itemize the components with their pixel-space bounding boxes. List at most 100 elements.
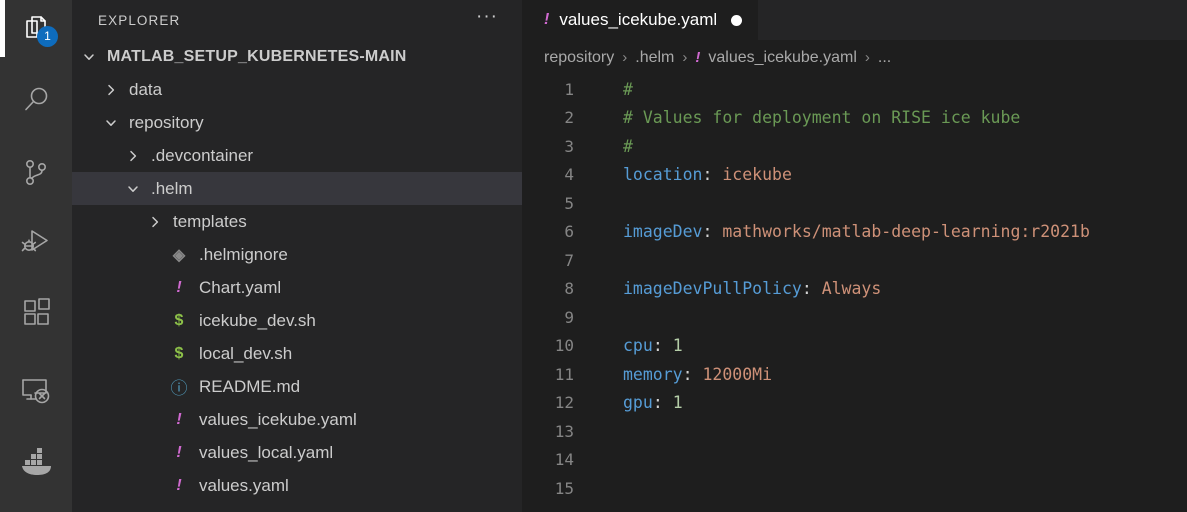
explorer-title: EXPLORER [98, 12, 181, 28]
tree-item-label: README.md [199, 376, 301, 396]
code-line[interactable]: 11 memory: 12000Mi [522, 360, 1187, 389]
token-key: memory [623, 364, 683, 384]
code-line-text: memory: 12000Mi [588, 365, 772, 384]
tree-item-label: local_dev.sh [199, 343, 293, 363]
code-line[interactable]: 8 imageDevPullPolicy: Always [522, 275, 1187, 304]
editor-group: ! values_icekube.yaml repository › .helm ›!… [522, 0, 1187, 512]
activity-bar-item-search[interactable] [0, 72, 72, 128]
chevron-down-icon[interactable] [78, 50, 100, 64]
line-number: 3 [564, 136, 574, 156]
tree-item-chart-yaml[interactable]: ! Chart.yaml [72, 271, 522, 304]
breadcrumb-yaml-icon: ! [695, 49, 701, 66]
code-line[interactable]: 1 # [522, 75, 1187, 104]
tree-item-helm[interactable]: .helm [72, 172, 522, 205]
yaml-file-icon: ! [176, 410, 182, 428]
code-line[interactable]: 3 # [522, 132, 1187, 161]
explorer-badge: 1 [37, 26, 58, 47]
tree-item-label: data [129, 79, 163, 99]
tree-item-label: MATLAB_SETUP_KUBERNETES-MAIN [107, 47, 407, 65]
activity-bar-item-extensions[interactable] [0, 284, 72, 340]
tree-item-label: values_local.yaml [199, 442, 334, 462]
code-line[interactable]: 7 [522, 246, 1187, 275]
activity-bar-item-remote-explorer[interactable] [0, 362, 72, 418]
tree-item-label: repository [129, 112, 204, 132]
code-line-text: location: icekube [588, 165, 792, 184]
tree-item-label: Chart.yaml [199, 277, 282, 297]
tab-label: values_icekube.yaml [559, 10, 718, 29]
breadcrumb-segment[interactable]: repository [544, 49, 614, 67]
yaml-file-icon: ! [176, 278, 182, 296]
code-line-text: imageDevPullPolicy: Always [588, 279, 881, 298]
code-line[interactable]: 15 [522, 474, 1187, 503]
breadcrumb-separator-icon: › [682, 49, 688, 66]
more-actions-icon[interactable]: ··· [472, 7, 502, 32]
line-number: 14 [554, 450, 574, 470]
token-punct: : [801, 279, 822, 299]
line-number: 5 [564, 193, 574, 213]
code-line-text: # [588, 137, 633, 156]
line-number: 11 [554, 364, 574, 384]
code-line-text: # [588, 80, 633, 99]
tree-item-repository[interactable]: repository [72, 106, 522, 139]
tree-item-local-dev-sh[interactable]: $ local_dev.sh [72, 337, 522, 370]
tree-item-templates[interactable]: templates [72, 205, 522, 238]
token-str: Always [821, 279, 882, 299]
token-comment: # [623, 79, 633, 99]
tree-item-helmignore[interactable]: ◈ .helmignore [72, 238, 522, 271]
tree-item-icekube-dev-sh[interactable]: $ icekube_dev.sh [72, 304, 522, 337]
vscode-window: 1 EXPLORER ··· MATLAB_SETUP_KUBERNETES-M… [0, 0, 1187, 512]
code-line[interactable]: 5 [522, 189, 1187, 218]
token-str: 12000Mi [702, 364, 773, 384]
activity-bar-item-explorer[interactable]: 1 [0, 0, 72, 56]
chevron-down-icon[interactable] [122, 182, 144, 196]
code-line[interactable]: 12 gpu: 1 [522, 389, 1187, 418]
line-number: 2 [564, 108, 574, 128]
code-line-text: # Values for deployment on RISE ice kube [588, 108, 1020, 127]
chevron-right-icon[interactable] [100, 83, 122, 97]
search-icon [19, 83, 53, 117]
tree-item-values-icekube-yaml[interactable]: ! values_icekube.yaml [72, 403, 522, 436]
code-line[interactable]: 2 # Values for deployment on RISE ice kub… [522, 104, 1187, 133]
token-comment: # Values for deployment on RISE ice kube [623, 108, 1021, 128]
code-line[interactable]: 9 [522, 303, 1187, 332]
code-line[interactable]: 13 [522, 417, 1187, 446]
code-editor-content[interactable]: 1 #2 # Values for deployment on RISE ice k… [522, 75, 1187, 503]
tree-item-values-yaml[interactable]: ! values.yaml [72, 469, 522, 502]
chevron-down-icon[interactable] [100, 116, 122, 130]
breadcrumb-segment[interactable]: ... [878, 49, 891, 67]
tree-item-matlab-setup-kubernetes-main[interactable]: MATLAB_SETUP_KUBERNETES-MAIN [72, 40, 522, 73]
code-line[interactable]: 14 [522, 446, 1187, 475]
token-num: 1 [672, 336, 683, 356]
line-number: 4 [564, 165, 574, 185]
activity-bar-item-run-and-debug[interactable] [0, 214, 72, 270]
activity-bar-item-source-control[interactable] [0, 144, 72, 200]
breadcrumb-segment[interactable]: .helm [635, 49, 674, 67]
tree-item-devcontainer[interactable]: .devcontainer [72, 139, 522, 172]
file-tree: MATLAB_SETUP_KUBERNETES-MAINdata reposito… [72, 40, 522, 502]
activity-bar-item-docker[interactable] [0, 432, 72, 488]
code-line[interactable]: 6 imageDev: mathworks/matlab-deep-learnin… [522, 218, 1187, 247]
editor-tab-bar: ! values_icekube.yaml [522, 0, 1187, 40]
docker-icon [17, 443, 55, 477]
token-punct: : [702, 165, 723, 185]
extensions-icon [20, 296, 52, 328]
unsaved-changes-indicator[interactable] [731, 14, 743, 26]
line-number: 7 [564, 250, 574, 270]
activity-bar: 1 [0, 0, 72, 512]
code-line-text: cpu: 1 [588, 336, 683, 355]
tree-item-data[interactable]: data [72, 73, 522, 106]
chevron-right-icon[interactable] [144, 215, 166, 229]
chevron-right-icon[interactable] [122, 149, 144, 163]
line-number: 6 [564, 222, 574, 242]
tree-item-label: .helm [151, 178, 193, 198]
breadcrumb-segment[interactable]: values_icekube.yaml [708, 49, 857, 67]
editor-tab-values-icekube-yaml[interactable]: ! values_icekube.yaml [522, 0, 760, 40]
token-key: imageDev [623, 222, 703, 242]
sh-file-icon: $ [174, 311, 184, 329]
tree-item-readme-md[interactable]: ⓘ README.md [72, 370, 522, 403]
tree-item-values-local-yaml[interactable]: ! values_local.yaml [72, 436, 522, 469]
code-line[interactable]: 4 location: icekube [522, 161, 1187, 190]
code-line[interactable]: 10 cpu: 1 [522, 332, 1187, 361]
token-str: icekube [722, 165, 792, 185]
yaml-file-icon: ! [544, 11, 550, 28]
